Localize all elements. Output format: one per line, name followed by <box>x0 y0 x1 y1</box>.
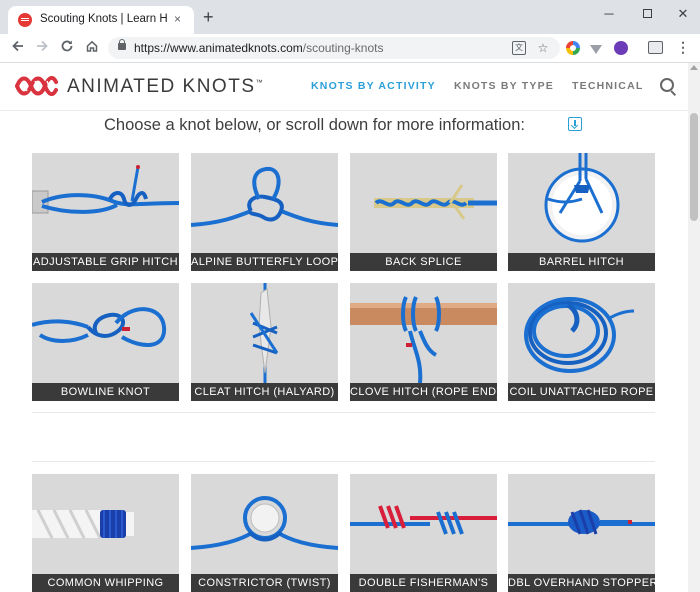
nav-knots-by-type[interactable]: KNOTS BY TYPE <box>454 80 554 92</box>
knot-card-constrictor[interactable]: CONSTRICTOR (TWIST) <box>191 474 338 592</box>
knot-label: COMMON WHIPPING <box>32 574 179 592</box>
browser-toolbar: https://www.animatedknots.com/scouting-k… <box>0 34 700 63</box>
clove-hitch-image <box>350 296 497 383</box>
new-tab-button[interactable]: + <box>203 8 214 26</box>
animated-knots-logo-icon[interactable] <box>14 74 58 98</box>
back-arrow-icon <box>12 40 23 52</box>
site-header: ANIMATED KNOTS™ KNOTS BY ACTIVITY KNOTS … <box>0 63 688 111</box>
back-button[interactable] <box>10 39 26 55</box>
knot-card-coil-unattached-rope[interactable]: COIL UNATTACHED ROPE <box>508 283 655 401</box>
close-window-button[interactable]: ✕ <box>668 5 698 23</box>
forward-button[interactable] <box>34 39 50 55</box>
knot-label: CLEAT HITCH (HALYARD) <box>191 383 338 401</box>
maximize-button[interactable] <box>632 5 662 23</box>
knot-label: COIL UNATTACHED ROPE <box>508 383 655 401</box>
bowline-knot-image <box>32 307 167 348</box>
forward-arrow-icon <box>37 40 48 52</box>
coil-unattached-rope-image <box>524 297 635 373</box>
knot-label: BACK SPLICE <box>350 253 497 271</box>
tab-close-icon[interactable]: × <box>174 12 181 26</box>
logo-name: ANIMATED KNOTS <box>67 76 256 97</box>
search-icon[interactable] <box>660 78 674 92</box>
double-fishermans-image <box>350 505 497 535</box>
url-host: https://www.animatedknots.com <box>134 41 303 55</box>
site-favicon-icon <box>18 13 32 27</box>
knot-card-cleat-hitch[interactable]: CLEAT HITCH (HALYARD) <box>191 283 338 401</box>
browser-menu-icon[interactable]: ⋮ <box>676 39 690 55</box>
alpine-butterfly-loop-image <box>191 166 338 227</box>
download-extension-icon[interactable] <box>590 45 602 54</box>
page-scrollbar[interactable] <box>688 63 700 592</box>
lock-icon <box>118 39 126 50</box>
common-whipping-image <box>32 509 134 539</box>
reload-icon <box>61 40 73 52</box>
browser-tab-bar: Scouting Knots | Learn How to × + ─ ✕ <box>0 0 700 34</box>
maximize-icon <box>642 9 652 18</box>
knot-label: CONSTRICTOR (TWIST) <box>191 574 338 592</box>
address-bar[interactable]: https://www.animatedknots.com/scouting-k… <box>108 37 560 59</box>
knot-card-barrel-hitch[interactable]: BARREL HITCH <box>508 153 655 271</box>
knot-card-common-whipping[interactable]: COMMON WHIPPING <box>32 474 179 592</box>
browser-tab[interactable]: Scouting Knots | Learn How to × <box>8 6 194 34</box>
knot-card-alpine-butterfly-loop[interactable]: ALPINE BUTTERFLY LOOP <box>191 153 338 271</box>
minimize-button[interactable]: ─ <box>594 5 624 23</box>
cleat-hitch-image <box>249 283 279 383</box>
knot-label: DOUBLE FISHERMAN'S <box>350 574 497 592</box>
reload-button[interactable] <box>59 39 75 55</box>
constrictor-image <box>191 496 338 550</box>
knot-label: ALPINE BUTTERFLY LOOP <box>191 253 338 271</box>
bookmark-star-icon[interactable]: ☆ <box>536 41 550 55</box>
section-divider <box>32 412 655 413</box>
url-text[interactable]: https://www.animatedknots.com/scouting-k… <box>134 41 383 55</box>
knot-label: CLOVE HITCH (ROPE END) <box>350 383 497 401</box>
knot-label: BARREL HITCH <box>508 253 655 271</box>
site-logo-text[interactable]: ANIMATED KNOTS™ <box>67 76 263 98</box>
calendar-extension-icon[interactable] <box>648 41 663 54</box>
knot-card-bowline-knot[interactable]: BOWLINE KNOT <box>32 283 179 401</box>
url-path: /scouting-knots <box>302 41 384 55</box>
knot-card-adjustable-grip-hitch[interactable]: ADJUSTABLE GRIP HITCH <box>32 153 179 271</box>
home-icon <box>86 40 98 52</box>
translate-icon[interactable]: 文 <box>512 41 526 55</box>
profile-extension-icon[interactable] <box>614 41 628 55</box>
intro-text: Choose a knot below, or scroll down for … <box>104 116 525 134</box>
home-button[interactable] <box>84 39 100 55</box>
logo-trademark: ™ <box>255 79 263 87</box>
barrel-hitch-image <box>544 153 620 243</box>
scroll-up-arrow-icon[interactable] <box>690 65 698 70</box>
double-overhand-stopper-image <box>508 509 655 535</box>
knot-label: BOWLINE KNOT <box>32 383 179 401</box>
tab-title: Scouting Knots | Learn How to <box>40 13 168 25</box>
scroll-down-icon[interactable] <box>568 117 582 131</box>
nav-technical[interactable]: TECHNICAL <box>572 80 643 92</box>
knot-label: DBL OVERHAND STOPPER <box>508 574 655 592</box>
section-divider <box>32 461 655 462</box>
chrome-extension-icon[interactable] <box>566 41 580 55</box>
nav-knots-by-activity[interactable]: KNOTS BY ACTIVITY <box>311 80 436 92</box>
adjustable-grip-hitch-image <box>32 165 179 214</box>
knot-card-double-overhand-stopper[interactable]: DBL OVERHAND STOPPER <box>508 474 655 592</box>
knot-card-clove-hitch[interactable]: CLOVE HITCH (ROPE END) <box>350 283 497 401</box>
knot-label: ADJUSTABLE GRIP HITCH <box>32 253 179 271</box>
knot-card-double-fishermans[interactable]: DOUBLE FISHERMAN'S <box>350 474 497 592</box>
scrollbar-thumb[interactable] <box>690 113 698 221</box>
knot-card-back-splice[interactable]: BACK SPLICE <box>350 153 497 271</box>
back-splice-image <box>374 184 497 220</box>
